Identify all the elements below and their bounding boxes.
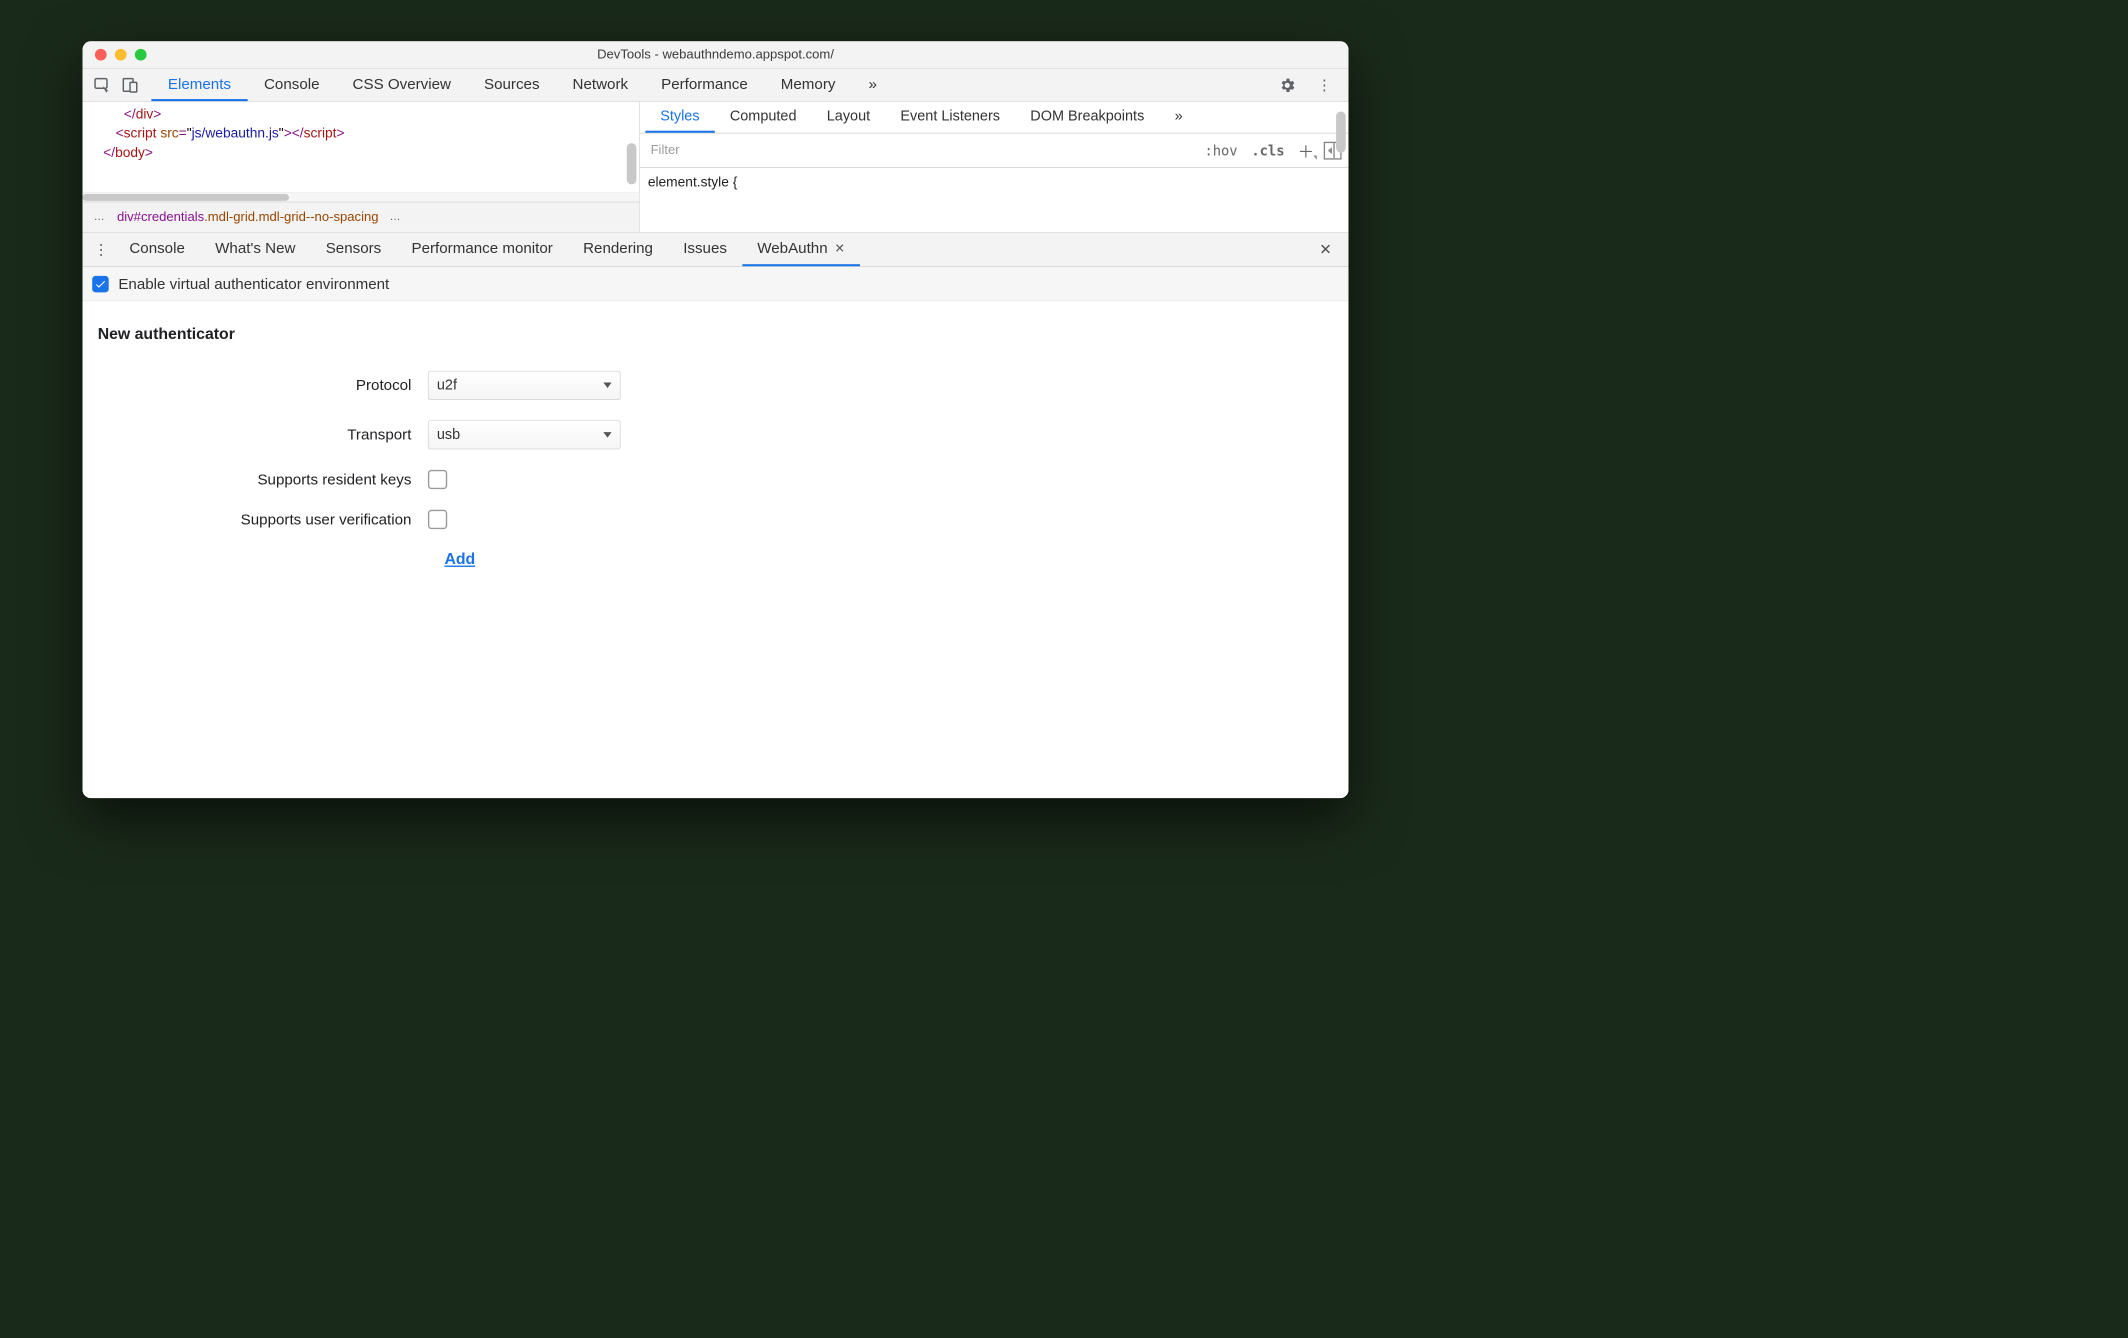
hov-toggle[interactable]: :hov <box>1198 142 1245 159</box>
row-resident-keys: Supports resident keys <box>98 470 1334 489</box>
form-title: New authenticator <box>98 325 1334 344</box>
window-zoom-button[interactable] <box>135 49 147 61</box>
tab-sources[interactable]: Sources <box>467 69 556 101</box>
inspect-element-icon[interactable] <box>94 76 112 94</box>
add-authenticator-button[interactable]: Add <box>444 550 475 569</box>
chevron-down-icon <box>603 432 611 438</box>
select-transport[interactable]: usb <box>428 420 621 449</box>
styles-body[interactable]: element.style { <box>640 168 1349 232</box>
tab-css-overview[interactable]: CSS Overview <box>336 69 467 101</box>
elements-split: </div> <script src="js/webauthn.js"></sc… <box>83 102 1349 233</box>
checkbox-user-verification[interactable] <box>428 510 447 529</box>
select-protocol[interactable]: u2f <box>428 371 621 400</box>
chevron-down-icon <box>603 383 611 389</box>
new-style-rule-button[interactable]: ＋ <box>1297 141 1315 159</box>
drawer-tabstrip: ⋮ Console What's New Sensors Performance… <box>83 233 1349 267</box>
row-transport: Transport usb <box>98 420 1334 449</box>
dom-tree-pane[interactable]: </div> <script src="js/webauthn.js"></sc… <box>83 102 640 232</box>
device-toggle-icon[interactable] <box>121 76 139 94</box>
webauthn-enable-row: Enable virtual authenticator environment <box>83 267 1349 301</box>
tab-network[interactable]: Network <box>556 69 645 101</box>
tab-console[interactable]: Console <box>247 69 336 101</box>
styles-filter-input[interactable] <box>644 138 1198 163</box>
style-rule-text: element.style { <box>648 175 737 190</box>
tab-memory[interactable]: Memory <box>764 69 852 101</box>
window-close-button[interactable] <box>95 49 107 61</box>
styles-tab-styles[interactable]: Styles <box>645 102 715 133</box>
breadcrumb-bar: … div#credentials.mdl-grid.mdl-grid--no-… <box>83 202 639 232</box>
drawer-tab-console[interactable]: Console <box>114 233 200 267</box>
main-tabs: Elements Console CSS Overview Sources Ne… <box>151 69 893 101</box>
label-resident-keys: Supports resident keys <box>98 471 428 489</box>
devtools-window: DevTools - webauthndemo.appspot.com/ Ele… <box>83 41 1349 798</box>
drawer-tab-webauthn[interactable]: WebAuthn✕ <box>742 233 860 267</box>
drawer-tab-perfmonitor[interactable]: Performance monitor <box>396 233 568 267</box>
styles-tabs-overflow[interactable]: » <box>1159 102 1197 133</box>
styles-tab-computed[interactable]: Computed <box>715 102 812 133</box>
tab-performance[interactable]: Performance <box>645 69 765 101</box>
styles-pane: Styles Computed Layout Event Listeners D… <box>640 102 1349 232</box>
row-protocol: Protocol u2f <box>98 371 1334 400</box>
breadcrumb-left-ellipsis[interactable]: … <box>89 211 110 223</box>
drawer-tab-rendering[interactable]: Rendering <box>568 233 668 267</box>
tab-elements[interactable]: Elements <box>151 69 247 101</box>
drawer-menu-icon[interactable]: ⋮ <box>88 240 114 258</box>
breadcrumb-right-ellipsis[interactable]: … <box>385 211 406 223</box>
styles-toolbar: :hov .cls ＋ <box>640 133 1349 167</box>
styles-tab-dombreaks[interactable]: DOM Breakpoints <box>1015 102 1159 133</box>
breadcrumb-current[interactable]: div#credentials.mdl-grid.mdl-grid--no-sp… <box>117 209 379 225</box>
enable-virtual-authenticator-label: Enable virtual authenticator environment <box>118 275 389 293</box>
styles-tabstrip: Styles Computed Layout Event Listeners D… <box>640 102 1349 134</box>
select-transport-value: usb <box>437 427 460 444</box>
traffic-lights <box>83 49 147 61</box>
drawer-tab-whatsnew[interactable]: What's New <box>200 233 311 267</box>
label-transport: Transport <box>98 426 428 444</box>
code-horizontal-scrollbar[interactable] <box>83 192 639 202</box>
label-protocol: Protocol <box>98 376 428 394</box>
window-title: DevTools - webauthndemo.appspot.com/ <box>83 47 1349 62</box>
settings-gear-icon[interactable] <box>1278 76 1296 94</box>
code-vertical-scrollbar[interactable] <box>626 143 636 184</box>
window-minimize-button[interactable] <box>115 49 127 61</box>
select-protocol-value: u2f <box>437 377 457 394</box>
styles-vertical-scrollbar[interactable] <box>1336 111 1346 152</box>
row-user-verification: Supports user verification <box>98 510 1334 529</box>
dom-code[interactable]: </div> <script src="js/webauthn.js"></sc… <box>83 102 639 192</box>
enable-virtual-authenticator-checkbox[interactable] <box>92 276 109 293</box>
drawer-close-icon[interactable]: ✕ <box>1308 240 1343 258</box>
label-user-verification: Supports user verification <box>98 510 428 528</box>
main-tabs-overflow[interactable]: » <box>852 69 893 101</box>
drawer-tab-sensors[interactable]: Sensors <box>311 233 397 267</box>
main-menu-icon[interactable]: ⋮ <box>1311 76 1337 94</box>
checkbox-resident-keys[interactable] <box>428 470 447 489</box>
close-tab-icon[interactable]: ✕ <box>835 241 845 255</box>
styles-tab-layout[interactable]: Layout <box>812 102 886 133</box>
main-tabstrip: Elements Console CSS Overview Sources Ne… <box>83 69 1349 102</box>
styles-tab-listeners[interactable]: Event Listeners <box>885 102 1015 133</box>
titlebar: DevTools - webauthndemo.appspot.com/ <box>83 41 1349 69</box>
webauthn-form: New authenticator Protocol u2f Transport… <box>83 301 1349 798</box>
cls-toggle[interactable]: .cls <box>1244 142 1291 159</box>
drawer-tab-issues[interactable]: Issues <box>668 233 742 267</box>
